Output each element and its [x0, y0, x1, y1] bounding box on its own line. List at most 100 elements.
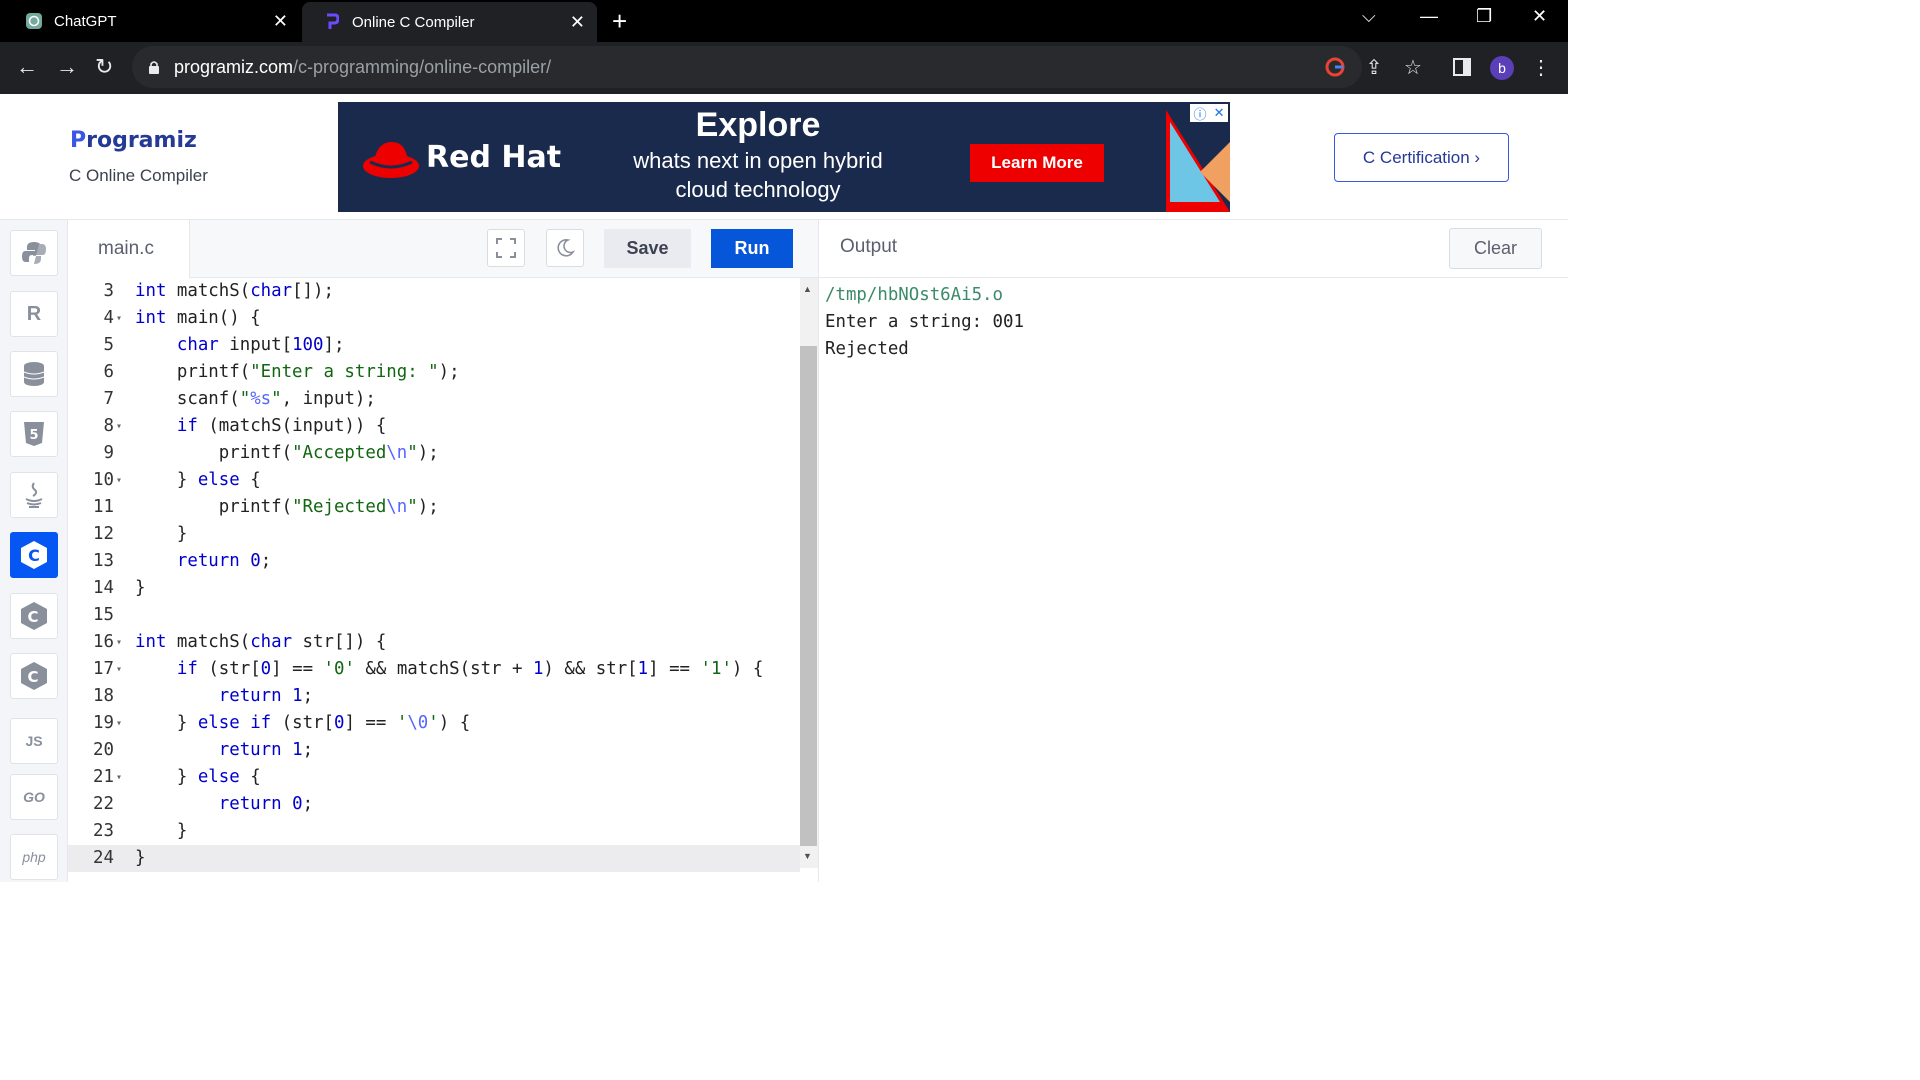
editor-scrollbar-thumb[interactable] — [800, 346, 817, 846]
line-number: 8 — [103, 416, 114, 436]
reload-icon[interactable]: ↻ — [95, 54, 113, 80]
code-line[interactable]: 9 printf("Accepted\n"); — [68, 440, 800, 467]
menu-kebab-icon[interactable]: ⋮ — [1529, 55, 1553, 79]
code-line[interactable]: 20 return 1; — [68, 737, 800, 764]
ad-learn-more-button[interactable]: Learn More — [970, 144, 1104, 182]
lang-js-button[interactable]: JS — [10, 718, 58, 764]
close-tab-icon[interactable]: ✕ — [570, 12, 585, 33]
lang-csharp-button[interactable]: C — [10, 653, 58, 699]
js-icon: JS — [25, 733, 43, 749]
fold-arrow-icon[interactable]: ▾ — [116, 656, 122, 683]
ad-close-icon[interactable]: ✕ — [1214, 105, 1225, 121]
code-line[interactable]: 22 return 0; — [68, 791, 800, 818]
lang-go-button[interactable]: GO — [10, 774, 58, 820]
minimize-icon[interactable]: — — [1420, 6, 1438, 27]
code-line[interactable]: 12 } — [68, 521, 800, 548]
c-certification-button[interactable]: C Certification › — [1334, 133, 1509, 182]
url-text[interactable]: programiz.com/c-programming/online-compi… — [174, 57, 551, 78]
code-line[interactable]: 23 } — [68, 818, 800, 845]
code-editor[interactable]: 3 int matchS(char[]); 4 ▾ int main() {5 char… — [68, 278, 800, 882]
close-window-icon[interactable]: ✕ — [1532, 6, 1547, 27]
advertisement-banner[interactable]: Red Hat Explore whats next in open hybri… — [338, 102, 1230, 212]
code-text: return 1; — [218, 740, 314, 760]
code-text: printf("Enter a string: "); — [135, 362, 460, 382]
go-icon: GO — [23, 789, 45, 805]
tab-title: ChatGPT — [54, 12, 117, 30]
lang-python-button[interactable] — [10, 230, 58, 276]
code-line[interactable]: 15 — [68, 602, 800, 629]
line-number: 6 — [103, 362, 114, 382]
close-tab-icon[interactable]: ✕ — [273, 11, 288, 32]
python-icon — [22, 242, 46, 264]
line-number: 5 — [103, 335, 114, 355]
code-line[interactable]: 7 scanf("%s", input); — [68, 386, 800, 413]
code-line[interactable]: 17 ▾ if (str[0] == '0' && matchS(str + 1)… — [68, 656, 800, 683]
code-line[interactable]: 24} — [68, 845, 800, 872]
logo-rest: rogramiz — [86, 128, 197, 153]
ad-headline: Explore — [695, 106, 821, 144]
lang-php-button[interactable]: php — [10, 834, 58, 880]
line-number: 20 — [93, 740, 114, 760]
code-line[interactable]: 8 ▾ if (matchS(input)) { — [68, 413, 800, 440]
code-line[interactable]: 3 int matchS(char[]); — [68, 278, 800, 305]
share-icon[interactable]: ⇪ — [1362, 55, 1386, 79]
fold-arrow-icon[interactable]: ▾ — [116, 764, 122, 791]
output-title: Output — [840, 236, 898, 257]
profile-avatar[interactable]: b — [1490, 56, 1514, 80]
code-text: } — [135, 578, 146, 598]
code-line[interactable]: 16 ▾ int matchS(char str[]) { — [68, 629, 800, 656]
new-tab-icon[interactable]: + — [612, 6, 627, 37]
tab-search-icon[interactable]: ⌵ — [1362, 6, 1376, 27]
bookmark-star-icon[interactable]: ☆ — [1401, 55, 1425, 79]
code-line[interactable]: 14} — [68, 575, 800, 602]
code-line[interactable]: 21 ▾ } else { — [68, 764, 800, 791]
output-line: Enter a string: 001 — [825, 312, 1024, 332]
scroll-up-icon[interactable]: ▲ — [803, 284, 812, 294]
lang-cpp-button[interactable]: C — [10, 593, 58, 639]
fold-arrow-icon[interactable]: ▾ — [116, 467, 122, 494]
url-path: /c-programming/online-compiler/ — [293, 57, 552, 77]
code-line[interactable]: 18 return 1; — [68, 683, 800, 710]
code-line[interactable]: 13 return 0; — [68, 548, 800, 575]
file-tab-main-c[interactable]: main.c — [68, 220, 190, 278]
forward-icon[interactable]: → — [56, 54, 78, 80]
fullscreen-button[interactable] — [487, 229, 525, 267]
clear-button[interactable]: Clear — [1449, 228, 1542, 269]
fold-arrow-icon[interactable]: ▾ — [116, 413, 122, 440]
chatgpt-favicon-icon — [24, 11, 44, 31]
restore-icon[interactable]: ❐ — [1476, 6, 1492, 27]
side-panel-icon[interactable] — [1450, 55, 1474, 79]
fold-arrow-icon[interactable]: ▾ — [116, 629, 122, 656]
run-button[interactable]: Run — [711, 229, 793, 268]
page-subtitle: C Online Compiler — [69, 166, 208, 185]
scroll-down-icon[interactable]: ▼ — [803, 851, 812, 861]
ad-info-icon[interactable]: ⓘ — [1194, 104, 1207, 123]
red-hat-logo-icon — [363, 142, 419, 178]
ad-body: whats next in open hybrid cloud technolo… — [600, 146, 916, 204]
code-line[interactable]: 4 ▾ int main() { — [68, 305, 800, 332]
lang-html-button[interactable]: 5 — [10, 411, 58, 457]
code-line[interactable]: 10 ▾ } else { — [68, 467, 800, 494]
code-line[interactable]: 11 printf("Rejected\n"); — [68, 494, 800, 521]
ad-choices-icon[interactable]: ⓘ ✕ — [1190, 104, 1228, 122]
code-line[interactable]: 5 char input[100]; — [68, 332, 800, 359]
line-number: 12 — [93, 524, 114, 544]
moon-icon — [557, 239, 575, 257]
lang-sql-button[interactable] — [10, 351, 58, 397]
lang-java-button[interactable] — [10, 472, 58, 518]
tab-chatgpt[interactable]: ChatGPT ✕ — [0, 0, 300, 42]
back-icon[interactable]: ← — [16, 54, 38, 80]
google-icon[interactable] — [1323, 55, 1347, 79]
output-console[interactable]: /tmp/hbNOst6Ai5.o Enter a string: 001 Reje… — [818, 278, 1568, 882]
line-number: 3 — [103, 281, 114, 301]
lang-r-button[interactable]: R — [10, 291, 58, 337]
programiz-logo[interactable]: Programiz — [70, 128, 197, 153]
code-line[interactable]: 6 printf("Enter a string: "); — [68, 359, 800, 386]
save-button[interactable]: Save — [604, 229, 691, 268]
fold-arrow-icon[interactable]: ▾ — [116, 305, 122, 332]
lang-c-button[interactable]: C — [10, 532, 58, 578]
tab-online-c-compiler[interactable]: Online C Compiler ✕ — [302, 2, 597, 42]
code-line[interactable]: 19 ▾ } else if (str[0] == '\0') { — [68, 710, 800, 737]
dark-mode-button[interactable] — [546, 229, 584, 267]
fold-arrow-icon[interactable]: ▾ — [116, 710, 122, 737]
